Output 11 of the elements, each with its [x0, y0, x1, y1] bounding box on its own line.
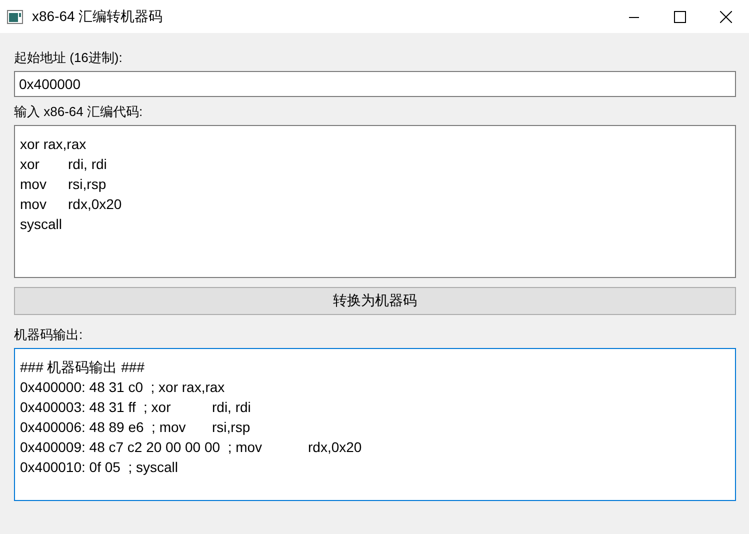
address-input-field[interactable]: 0x400000 — [14, 71, 736, 97]
maximize-icon — [674, 10, 686, 22]
output-label: 机器码输出: — [14, 326, 84, 344]
machine-code-output-field[interactable]: ### 机器码输出 ### 0x400000: 48 31 c0 ; xor rax,rax 0x400003: 48 31 ff ; xor rdi, rdi 0x400006: 48 89 e6 ; mov rsi,rsp 0x400009: 48 c7 c2 20 00 00 00 ; mov rdx,0x20 0x400010: 0f 05 ; syscall — [14, 348, 736, 501]
window-title: x86-64 汇编转机器码 — [32, 8, 164, 26]
address-label: 起始地址 (16进制): — [14, 49, 124, 67]
assembly-label: 输入 x86-64 汇编代码: — [14, 103, 144, 121]
assembly-input-field[interactable]: xor rax,rax xor rdi, rdi mov rsi,rsp mov rdx,0x20 syscall — [14, 125, 736, 278]
convert-button[interactable]: 转换为机器码 — [14, 287, 736, 315]
app-icon — [7, 10, 23, 24]
close-icon — [720, 10, 732, 22]
